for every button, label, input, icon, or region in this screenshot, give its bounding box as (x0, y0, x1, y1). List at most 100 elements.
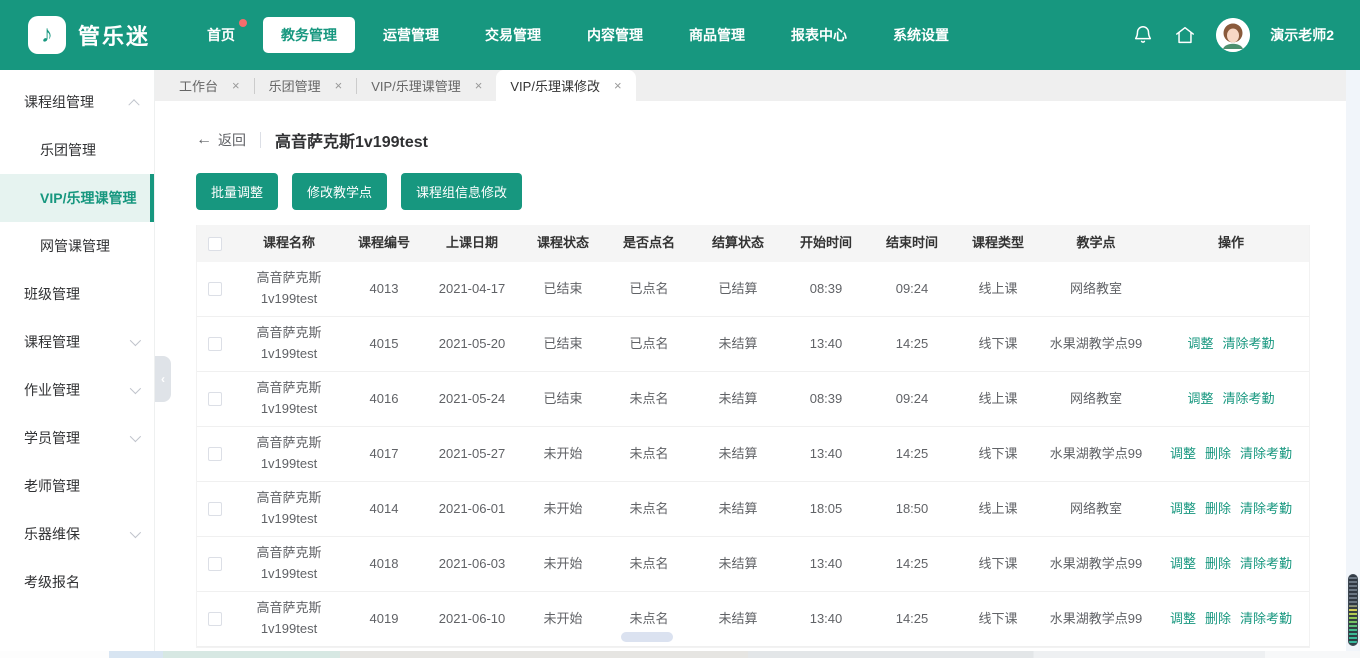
column-header-9: 教学点 (1076, 235, 1116, 251)
clear-attendance-link[interactable]: 清除考勤 (1240, 444, 1292, 465)
cell-settlement: 未结算 (718, 610, 758, 626)
nav-item-5[interactable]: 商品管理 (671, 17, 763, 53)
adjust-link[interactable]: 调整 (1170, 554, 1196, 575)
chevron-down-icon (129, 430, 142, 443)
cell-type: 线上课 (978, 390, 1018, 406)
user-name[interactable]: 演示老师2 (1270, 25, 1334, 45)
cell-rollcall: 已点名 (629, 335, 669, 351)
cell-code: 4019 (369, 610, 399, 626)
select-all-checkbox[interactable] (208, 236, 222, 251)
row-checkbox[interactable] (208, 337, 222, 351)
delete-link[interactable]: 删除 (1205, 554, 1231, 575)
nav-item-2[interactable]: 运营管理 (365, 17, 457, 53)
row-checkbox[interactable] (208, 502, 222, 516)
tab-0[interactable]: 工作台 × (165, 70, 254, 101)
row-checkbox[interactable] (208, 447, 222, 461)
adjust-link[interactable]: 调整 (1187, 389, 1213, 410)
sidebar-item-2[interactable]: 课程管理 (0, 318, 154, 366)
row-checkbox[interactable] (208, 557, 222, 571)
nav-item-0[interactable]: 首页 (189, 17, 253, 53)
top-navbar: ♪ 管乐迷 首页 教务管理 运营管理 交易管理 内容管理 商品管理 报表中心 系统设置 演示老… (0, 0, 1360, 70)
adjust-link[interactable]: 调整 (1170, 444, 1196, 465)
nav-item-1[interactable]: 教务管理 (263, 17, 355, 53)
brand[interactable]: ♪ 管乐迷 (0, 16, 185, 54)
nav-item-3[interactable]: 交易管理 (467, 17, 559, 53)
adjust-link[interactable]: 调整 (1170, 609, 1196, 630)
horizontal-scrollbar-thumb[interactable] (621, 632, 673, 642)
sidebar-item-label: 学员管理 (24, 430, 80, 446)
course-table: 课程名称 课程编号 上课日期 课程状态 是否点名 结算状态 开始时间 结束时间 课程类型 教学点 操… (196, 225, 1310, 648)
tab-3[interactable]: VIP/乐理课修改 × (496, 70, 636, 101)
cell-end: 09:24 (895, 390, 929, 406)
row-checkbox[interactable] (208, 392, 222, 406)
delete-link[interactable]: 删除 (1205, 609, 1231, 630)
cell-name: 高音萨克斯1v199test (256, 270, 322, 306)
sidebar-item-3[interactable]: 作业管理 (0, 366, 154, 414)
sidebar-subitem-0-0[interactable]: 乐团管理 (0, 126, 154, 174)
sidebar-item-6[interactable]: 乐器维保 (0, 510, 154, 558)
bell-icon[interactable] (1132, 24, 1154, 46)
tab-close-icon[interactable]: × (232, 78, 240, 93)
sidebar-collapse-handle[interactable]: ‹ (155, 356, 171, 402)
sidebar-subitem-0-2[interactable]: 网管课管理 (0, 222, 154, 270)
cell-date: 2021-04-17 (438, 280, 506, 296)
cell-date: 2021-06-03 (438, 555, 506, 571)
tab-close-icon[interactable]: × (614, 78, 622, 93)
vertical-scrollbar-track[interactable] (1346, 70, 1360, 651)
vertical-scrollbar-thumb[interactable] (1348, 574, 1358, 646)
cell-rollcall: 未点名 (629, 555, 669, 571)
tab-close-icon[interactable]: × (335, 78, 343, 93)
sidebar-item-5[interactable]: 老师管理 (0, 462, 154, 510)
cell-type: 线下课 (978, 445, 1018, 461)
tab-label: VIP/乐理课修改 (510, 79, 600, 94)
delete-link[interactable]: 删除 (1205, 444, 1231, 465)
cell-type: 线下课 (978, 610, 1018, 626)
back-button[interactable]: ← 返回 (196, 130, 246, 150)
change-venue-button[interactable]: 修改教学点 (292, 173, 388, 210)
tab-close-icon[interactable]: × (475, 78, 483, 93)
row-checkbox[interactable] (208, 282, 222, 296)
cell-end: 18:50 (895, 500, 929, 516)
sidebar-subitem-0-1[interactable]: VIP/乐理课管理 (0, 174, 154, 222)
nav-item-6[interactable]: 报表中心 (773, 17, 865, 53)
adjust-link[interactable]: 调整 (1170, 499, 1196, 520)
clear-attendance-link[interactable]: 清除考勤 (1223, 334, 1275, 355)
cell-actions: 调整 删除 清除考勤 (1151, 603, 1311, 636)
tab-1[interactable]: 乐团管理 × (255, 70, 357, 101)
sidebar-item-7[interactable]: 考级报名 (0, 558, 154, 606)
cell-start: 08:39 (809, 390, 843, 406)
cell-venue: 网络教室 (1069, 500, 1122, 516)
cell-end: 14:25 (895, 610, 929, 626)
sidebar-item-0[interactable]: 课程组管理 (0, 78, 154, 126)
nav-item-4[interactable]: 内容管理 (569, 17, 661, 53)
cell-start: 13:40 (809, 445, 843, 461)
tab-2[interactable]: VIP/乐理课管理 × (357, 70, 496, 101)
nav-item-7[interactable]: 系统设置 (875, 17, 967, 53)
tab-label: VIP/乐理课管理 (371, 79, 461, 94)
cell-start: 13:40 (809, 335, 843, 351)
chevron-up-icon (128, 99, 140, 111)
cell-rollcall: 未点名 (629, 500, 669, 516)
clear-attendance-link[interactable]: 清除考勤 (1240, 609, 1292, 630)
cell-type: 线上课 (978, 280, 1018, 296)
user-avatar[interactable] (1216, 18, 1251, 52)
batch-adjust-button[interactable]: 批量调整 (196, 173, 279, 210)
delete-link[interactable]: 删除 (1205, 499, 1231, 520)
edit-course-group-button[interactable]: 课程组信息修改 (401, 173, 523, 210)
cell-code: 4016 (369, 390, 399, 406)
sidebar-item-4[interactable]: 学员管理 (0, 414, 154, 462)
cell-actions: 调整 清除考勤 (1151, 383, 1311, 416)
clear-attendance-link[interactable]: 清除考勤 (1223, 389, 1275, 410)
row-checkbox-cell (197, 276, 233, 302)
adjust-link[interactable]: 调整 (1187, 334, 1213, 355)
cell-code: 4013 (369, 280, 399, 296)
home-icon[interactable] (1174, 24, 1196, 46)
sidebar-item-1[interactable]: 班级管理 (0, 270, 154, 318)
column-header-0: 课程名称 (262, 235, 315, 251)
clear-attendance-link[interactable]: 清除考勤 (1240, 554, 1292, 575)
row-checkbox[interactable] (208, 612, 222, 626)
row-checkbox-cell (197, 441, 233, 467)
sidebar-item-label: 班级管理 (24, 286, 80, 302)
clear-attendance-link[interactable]: 清除考勤 (1240, 499, 1292, 520)
sidebar-item-label: 考级报名 (24, 574, 80, 590)
